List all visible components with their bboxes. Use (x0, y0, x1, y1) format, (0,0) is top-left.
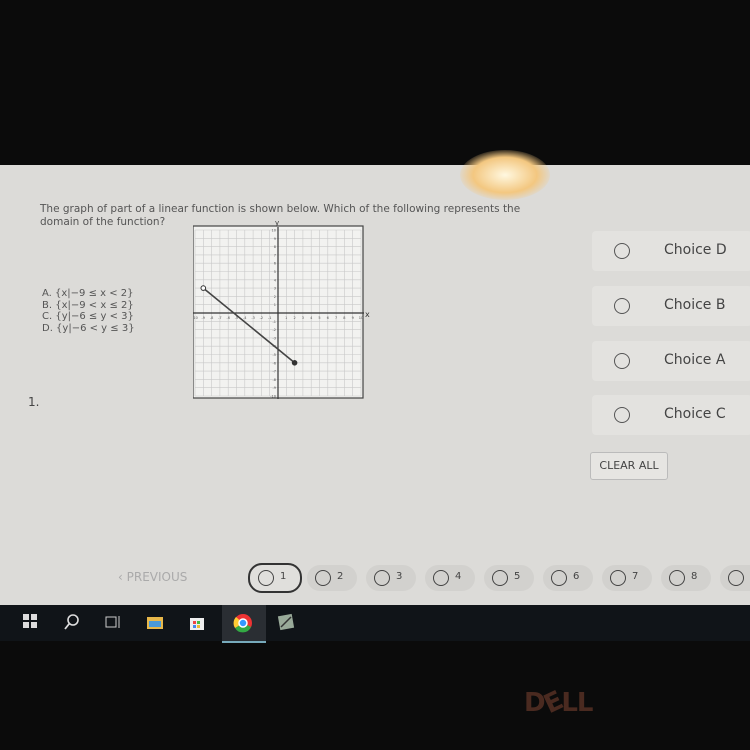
page-number: 8 (691, 571, 698, 582)
x-tick-label: 10 (359, 316, 363, 320)
page-number: 2 (337, 571, 344, 582)
choice-label: Choice A (664, 352, 726, 368)
dell-logo: DELL (524, 685, 593, 721)
y-tick-label: 10 (272, 229, 276, 233)
y-tick-label: -6 (273, 361, 277, 365)
y-tick-label: -5 (273, 353, 277, 357)
y-tick-label: -7 (273, 370, 277, 374)
y-tick-label: -2 (273, 328, 277, 332)
choice-d-option[interactable]: Choice D (592, 231, 750, 271)
x-tick-label: -3 (251, 316, 255, 320)
y-tick-label: -8 (273, 378, 277, 382)
y-tick-label: 8 (274, 245, 276, 249)
chrome-icon[interactable] (222, 605, 266, 643)
x-tick-label: -6 (226, 316, 230, 320)
page-button-7[interactable]: 7 (602, 565, 652, 591)
x-tick-label: -2 (260, 316, 264, 320)
page-button-3[interactable]: 3 (366, 565, 416, 591)
page-button-5[interactable]: 5 (484, 565, 534, 591)
page-number: 6 (573, 571, 580, 582)
app-icon[interactable] (277, 613, 295, 631)
y-tick-label: -10 (270, 395, 276, 399)
y-tick-label: 3 (274, 287, 276, 291)
windows-start-icon[interactable] (22, 613, 40, 631)
status-circle-icon (374, 570, 390, 586)
radio-icon[interactable] (614, 407, 630, 423)
x-tick-label: -10 (193, 316, 198, 320)
option-c: C. {y|−6 ≤ y < 3} (42, 311, 134, 322)
x-tick-label: 5 (318, 316, 320, 320)
y-tick-label: 6 (274, 262, 276, 266)
x-tick-label: 8 (343, 316, 345, 320)
file-explorer-icon[interactable] (146, 613, 164, 631)
taskbar (0, 605, 750, 643)
x-tick-label: 7 (335, 316, 337, 320)
page-number: 5 (514, 571, 521, 582)
status-circle-icon (492, 570, 508, 586)
radio-icon[interactable] (614, 353, 630, 369)
choice-label: Choice C (664, 406, 726, 422)
quiz-screen: The graph of part of a linear function i… (0, 165, 750, 605)
y-tick-label: 9 (274, 237, 276, 241)
x-tick-label: -9 (202, 316, 206, 320)
page-button-8[interactable]: 8 (661, 565, 711, 591)
y-tick-label: -1 (273, 320, 277, 324)
x-tick-label: 9 (352, 316, 354, 320)
radio-icon[interactable] (614, 243, 630, 259)
x-axis-label: x (365, 310, 370, 319)
x-tick-label: -7 (218, 316, 222, 320)
y-tick-label: -9 (273, 386, 277, 390)
page-number: 3 (396, 571, 403, 582)
status-circle-icon (315, 570, 331, 586)
page-number: 1 (280, 571, 287, 582)
choice-label: Choice D (664, 242, 727, 258)
y-axis-label: y (275, 221, 279, 227)
y-tick-label: 5 (274, 270, 276, 274)
x-tick-label: -8 (210, 316, 214, 320)
task-view-icon[interactable] (104, 613, 122, 631)
choice-b-option[interactable]: Choice B (592, 286, 750, 326)
x-tick-label: 2 (293, 316, 295, 320)
page-button-2[interactable]: 2 (307, 565, 357, 591)
coordinate-graph: -10-10-9-9-8-8-7-7-6-6-5-5-4-4-3-3-2-2-1… (193, 221, 370, 399)
status-circle-icon (551, 570, 567, 586)
page-button-4[interactable]: 4 (425, 565, 475, 591)
choice-label: Choice B (664, 297, 726, 313)
choice-a-option[interactable]: Choice A (592, 341, 750, 381)
clear-all-button[interactable]: CLEAR ALL (590, 452, 668, 480)
previous-button[interactable]: ‹ PREVIOUS (118, 570, 187, 584)
segment-start-point (200, 285, 207, 291)
light-glare (460, 150, 550, 200)
status-circle-icon (258, 570, 274, 586)
page-number: 7 (632, 571, 639, 582)
x-tick-label: 6 (327, 316, 329, 320)
page-button-1[interactable]: 1 (248, 563, 302, 593)
y-tick-label: 2 (274, 295, 276, 299)
option-a: A. {x|−9 ≤ x < 2} (42, 288, 134, 299)
radio-icon[interactable] (614, 298, 630, 314)
y-tick-label: -3 (273, 336, 277, 340)
x-tick-label: 3 (302, 316, 304, 320)
option-d: D. {y|−6 < y ≤ 3} (42, 322, 135, 334)
x-tick-label: 1 (285, 316, 287, 320)
choice-c-option[interactable]: Choice C (592, 395, 750, 435)
page-button-more[interactable] (720, 565, 750, 591)
segment-end-point (291, 360, 298, 366)
y-tick-label: 7 (274, 253, 276, 257)
y-tick-label: 1 (274, 303, 276, 307)
status-circle-icon (433, 570, 449, 586)
status-circle-icon (669, 570, 685, 586)
question-number: 1. (28, 395, 40, 409)
answer-options: A. {x|−9 ≤ x < 2} B. {x|−9 < x ≤ 2} C. {… (42, 288, 135, 334)
x-tick-label: -1 (268, 316, 272, 320)
status-circle-icon (728, 570, 744, 586)
page-button-6[interactable]: 6 (543, 565, 593, 591)
status-circle-icon (610, 570, 626, 586)
store-icon[interactable] (188, 613, 206, 631)
option-b: B. {x|−9 < x ≤ 2} (42, 299, 134, 311)
search-icon[interactable] (63, 613, 81, 631)
page-number: 4 (455, 571, 462, 582)
